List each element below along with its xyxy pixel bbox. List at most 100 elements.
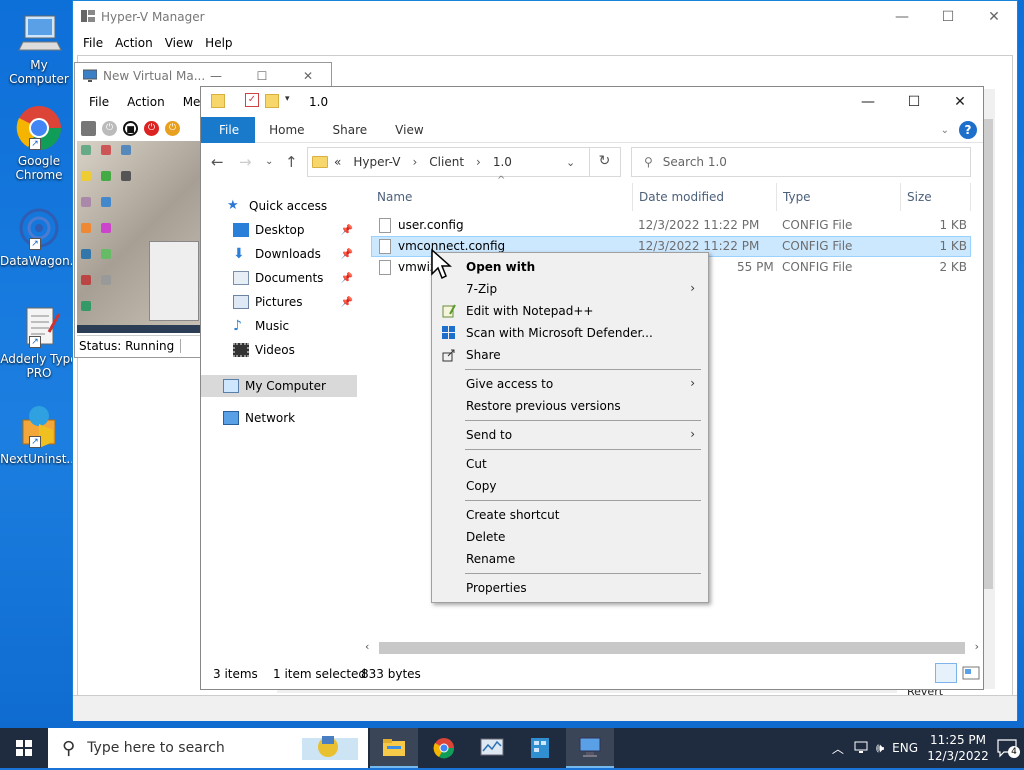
volume-icon[interactable]: 🕪 — [876, 741, 884, 756]
menu-open-with[interactable]: Open with — [435, 256, 705, 278]
menu-copy[interactable]: Copy — [435, 475, 705, 497]
up-arrow-icon[interactable]: ↑ — [285, 153, 298, 171]
shutdown-icon[interactable]: ⏻ — [144, 120, 159, 136]
pin-icon[interactable]: 📌 — [341, 273, 353, 284]
column-type[interactable]: Type — [777, 183, 901, 211]
taskbar-search[interactable]: ⚲ Type here to search — [48, 728, 368, 768]
nav-network[interactable]: Network — [201, 407, 357, 429]
menu-edit-notepadpp[interactable]: Edit with Notepad++ — [435, 300, 705, 322]
nav-downloads[interactable]: ⬇ Downloads 📌 — [201, 243, 357, 265]
vm-menu-file[interactable]: File — [89, 95, 109, 109]
ctrl-alt-del-icon[interactable] — [81, 120, 96, 136]
menu-properties[interactable]: Properties — [435, 577, 705, 599]
vm-menu-media[interactable]: Me — [183, 95, 201, 109]
pin-icon[interactable]: 📌 — [341, 225, 353, 236]
new-folder-icon[interactable] — [265, 94, 279, 108]
explorer-close-button[interactable]: ✕ — [937, 87, 983, 117]
desktop-folder-icon — [233, 223, 249, 237]
menu-cut[interactable]: Cut — [435, 453, 705, 475]
breadcrumb-hyperv[interactable]: Hyper-V — [353, 155, 400, 169]
explorer-titlebar[interactable]: ✓ ▾ 1.0 — ☐ ✕ — [201, 87, 983, 117]
quick-access-dropdown-icon[interactable]: ▾ — [285, 94, 290, 104]
tab-home[interactable]: Home — [255, 117, 318, 143]
menu-view[interactable]: View — [163, 36, 203, 50]
menu-share[interactable]: Share — [435, 344, 705, 366]
breadcrumb-client[interactable]: Client — [429, 155, 464, 169]
menu-send-to[interactable]: Send to › — [435, 424, 705, 446]
clock[interactable]: 11:25 PM 12/3/2022 — [926, 732, 990, 764]
desktop-icon-chrome[interactable]: ↗ Google Chrome — [0, 104, 78, 182]
menu-file[interactable]: File — [81, 36, 113, 50]
desktop-icon-label: My Computer — [9, 58, 69, 86]
pin-icon[interactable]: 📌 — [341, 249, 353, 260]
file-list-horizontal-scrollbar[interactable]: ‹ › — [361, 639, 983, 657]
large-icons-view-icon[interactable] — [959, 663, 981, 683]
language-indicator[interactable]: ENG — [892, 741, 918, 755]
desktop-icon-nextuninstaller[interactable]: ↗ NextUninst... — [0, 402, 78, 466]
turn-off-icon[interactable]: ■ — [123, 120, 138, 136]
taskbar-server-manager[interactable] — [516, 728, 564, 768]
vm-menu-action[interactable]: Action — [127, 95, 165, 109]
menu-action[interactable]: Action — [113, 36, 163, 50]
menu-scan-defender[interactable]: Scan with Microsoft Defender... — [435, 322, 705, 344]
address-bar[interactable]: « Hyper-V › Client › 1.0 ⌄ — [307, 147, 621, 177]
desktop-icon-adderly[interactable]: ↗ Adderly Type PRO — [0, 302, 78, 380]
nav-quick-access[interactable]: ★ Quick access — [201, 195, 357, 217]
column-name[interactable]: Name — [371, 183, 633, 211]
hyperv-titlebar[interactable]: Hyper-V Manager — ☐ ✕ — [73, 1, 1017, 32]
details-view-icon[interactable] — [935, 663, 957, 683]
tab-view[interactable]: View — [381, 117, 437, 143]
refresh-icon[interactable]: ↻ — [589, 147, 619, 177]
taskbar-file-explorer[interactable] — [370, 728, 418, 768]
explorer-minimize-button[interactable]: — — [845, 87, 891, 117]
nav-pictures[interactable]: Pictures 📌 — [201, 291, 357, 313]
nav-documents[interactable]: Documents 📌 — [201, 267, 357, 289]
recent-locations-icon[interactable]: ⌄ — [265, 156, 273, 167]
menu-give-access[interactable]: Give access to › — [435, 373, 705, 395]
maximize-button[interactable]: ☐ — [925, 1, 971, 32]
explorer-maximize-button[interactable]: ☐ — [891, 87, 937, 117]
pin-icon[interactable]: 📌 — [341, 297, 353, 308]
taskbar-hyperv-manager[interactable] — [566, 728, 614, 768]
scroll-left-icon[interactable]: ‹ — [365, 640, 369, 653]
menu-7zip[interactable]: 7-Zip › — [435, 278, 705, 300]
tab-file[interactable]: File — [201, 116, 256, 143]
breadcrumb-overflow[interactable]: « — [334, 155, 341, 169]
vm-screen-preview[interactable] — [77, 141, 201, 333]
start-button[interactable] — [0, 728, 48, 768]
minimize-button[interactable]: — — [879, 1, 925, 32]
expand-ribbon-icon[interactable]: ⌄ — [941, 125, 949, 136]
breadcrumb-current[interactable]: 1.0 — [493, 155, 512, 169]
show-hidden-icons-icon[interactable]: ︿ — [832, 740, 844, 757]
close-button[interactable]: ✕ — [971, 1, 1017, 32]
desktop-icon-my-computer[interactable]: My Computer — [0, 8, 78, 86]
forward-arrow-icon[interactable]: → — [239, 153, 252, 171]
save-state-icon[interactable]: ⏻ — [165, 120, 180, 136]
column-date-modified[interactable]: Date modified — [633, 183, 777, 211]
search-box[interactable]: ⚲ Search 1.0 — [631, 147, 971, 177]
address-dropdown-icon[interactable]: ⌄ — [566, 156, 575, 169]
properties-check-icon[interactable]: ✓ — [245, 93, 259, 107]
start-icon[interactable]: ⏻ — [102, 120, 117, 136]
file-row[interactable]: user.config 12/3/2022 11:22 PM CONFIG Fi… — [371, 215, 971, 236]
nav-videos[interactable]: Videos — [201, 339, 357, 361]
taskbar-chrome[interactable] — [420, 728, 468, 768]
menu-delete[interactable]: Delete — [435, 526, 705, 548]
menu-create-shortcut[interactable]: Create shortcut — [435, 504, 705, 526]
back-arrow-icon[interactable]: ← — [211, 153, 224, 171]
menu-restore-versions[interactable]: Restore previous versions — [435, 395, 705, 417]
nav-my-computer[interactable]: My Computer — [201, 375, 357, 397]
desktop-icon-datawagon[interactable]: ↗ DataWagon... — [0, 204, 81, 268]
scroll-right-icon[interactable]: › — [975, 640, 979, 653]
nav-desktop[interactable]: Desktop 📌 — [201, 219, 357, 241]
notification-center-button[interactable]: 4 — [996, 738, 1024, 758]
hyperv-statusbar — [73, 695, 1017, 721]
menu-help[interactable]: Help — [203, 36, 242, 50]
nav-music[interactable]: ♪ Music — [201, 315, 357, 337]
taskbar-performance-monitor[interactable] — [468, 728, 516, 768]
column-size[interactable]: Size — [901, 183, 971, 211]
tab-share[interactable]: Share — [319, 117, 382, 143]
help-icon[interactable]: ? — [959, 121, 977, 139]
network-icon[interactable] — [854, 740, 868, 757]
menu-rename[interactable]: Rename — [435, 548, 705, 570]
